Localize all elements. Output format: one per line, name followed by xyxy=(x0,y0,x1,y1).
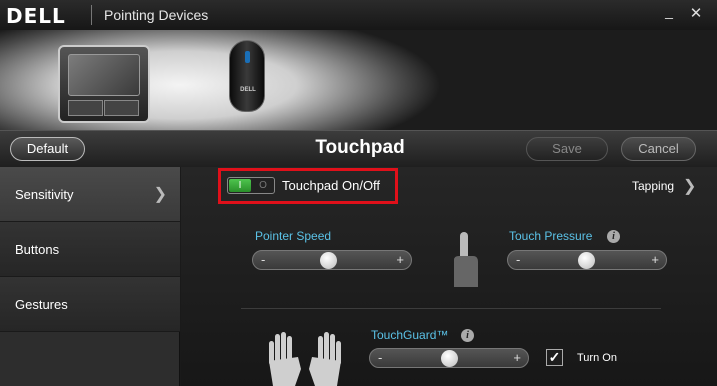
sidebar-item-label: Sensitivity xyxy=(15,187,74,202)
default-button[interactable]: Default xyxy=(10,137,85,161)
sidebar-item-buttons[interactable]: Buttons xyxy=(0,222,180,277)
touchguard-label: TouchGuard™ xyxy=(371,328,449,342)
touchpad-device-icon[interactable] xyxy=(58,45,150,123)
dell-logo: DELL xyxy=(6,4,66,28)
touchpad-left-button xyxy=(68,100,103,116)
toggle-off-side: O xyxy=(259,180,267,191)
close-button[interactable]: ✕ xyxy=(686,4,706,24)
save-button[interactable]: Save xyxy=(526,137,608,161)
sidebar: Sensitivity ❯ Buttons Gestures xyxy=(0,167,180,386)
info-icon[interactable]: i xyxy=(461,329,474,342)
pointer-speed-slider[interactable]: - + xyxy=(252,250,412,270)
slider-minus[interactable]: - xyxy=(261,252,265,267)
page-title: Touchpad xyxy=(315,137,405,158)
slider-knob[interactable] xyxy=(578,252,595,269)
slider-knob[interactable] xyxy=(441,350,458,367)
app-title: Pointing Devices xyxy=(104,7,209,23)
touchpad-right-button xyxy=(104,100,139,116)
toggle-on-side: I xyxy=(229,179,251,192)
minimize-button[interactable]: _ xyxy=(659,4,679,24)
cancel-button[interactable]: Cancel xyxy=(621,137,696,161)
info-icon[interactable]: i xyxy=(607,230,620,243)
sidebar-item-label: Gestures xyxy=(15,297,68,312)
tapping-link[interactable]: Tapping xyxy=(632,179,674,193)
mouse-logo: DELL xyxy=(240,87,256,93)
mouse-device-icon[interactable]: DELL xyxy=(229,40,265,112)
slider-plus[interactable]: + xyxy=(651,252,659,267)
title-bar: DELL Pointing Devices _ ✕ xyxy=(0,0,717,30)
title-separator xyxy=(91,5,92,25)
pointer-speed-label: Pointer Speed xyxy=(255,229,332,243)
turn-on-label: Turn On xyxy=(577,352,617,364)
touchpad-toggle[interactable]: I O xyxy=(227,177,275,194)
touchpad-toggle-label: Touchpad On/Off xyxy=(282,178,381,193)
touch-pressure-label: Touch Pressure xyxy=(509,229,593,243)
slider-plus[interactable]: + xyxy=(513,350,521,365)
mouse-wheel xyxy=(245,51,250,63)
toolbar: Default Touchpad Save Cancel xyxy=(0,130,717,167)
touchguard-slider[interactable]: - + xyxy=(369,348,529,368)
touch-pressure-slider[interactable]: - + xyxy=(507,250,667,270)
sidebar-item-gestures[interactable]: Gestures xyxy=(0,277,180,332)
finger-pressure-icon xyxy=(454,232,478,287)
device-selector: DELL xyxy=(0,30,717,130)
palms-icon xyxy=(269,332,341,386)
chevron-right-icon: ❯ xyxy=(153,186,167,203)
settings-panel: I O Touchpad On/Off Tapping ❯ Pointer Sp… xyxy=(181,167,717,386)
slider-knob[interactable] xyxy=(320,252,337,269)
slider-minus[interactable]: - xyxy=(516,252,520,267)
touchguard-checkbox[interactable]: ✓ xyxy=(546,349,563,366)
slider-plus[interactable]: + xyxy=(396,252,404,267)
chevron-right-icon[interactable]: ❯ xyxy=(683,176,696,196)
slider-minus[interactable]: - xyxy=(378,350,382,365)
sidebar-item-sensitivity[interactable]: Sensitivity ❯ xyxy=(0,167,180,222)
section-divider xyxy=(241,308,661,309)
touchpad-surface xyxy=(68,54,140,96)
sidebar-item-label: Buttons xyxy=(15,242,60,257)
